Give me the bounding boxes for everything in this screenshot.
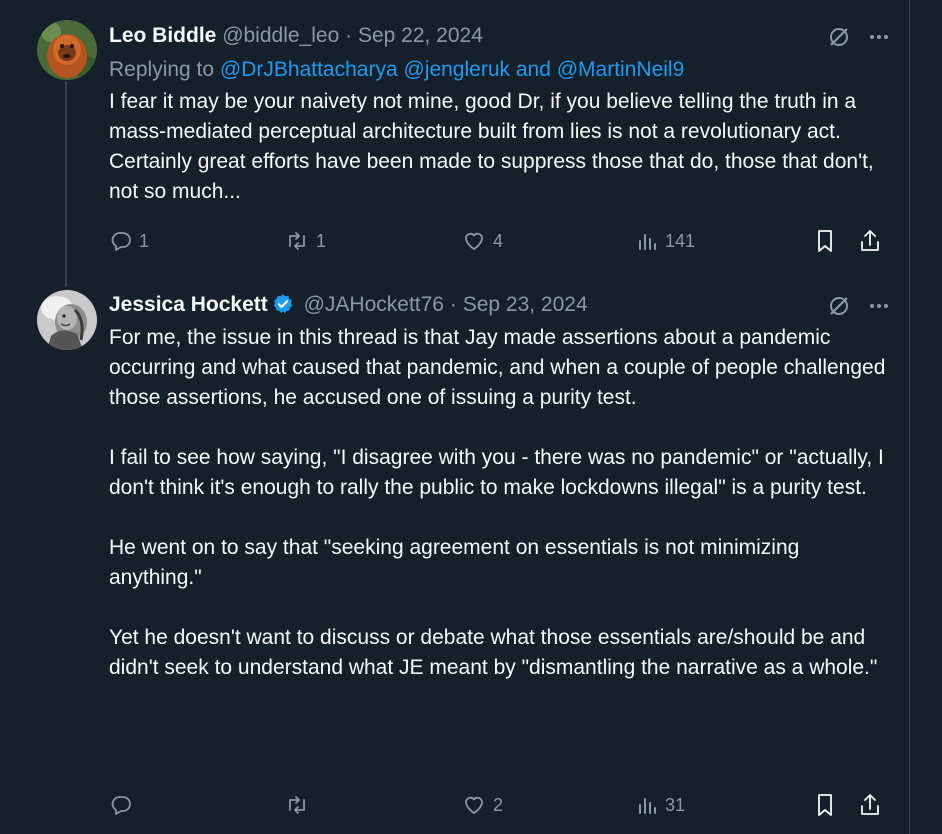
views-icon [639, 798, 656, 814]
display-name[interactable]: Leo Biddle [109, 24, 216, 47]
like-button[interactable]: 2 [461, 790, 503, 820]
tweet-leo-biddle[interactable]: Leo Biddle @biddle_leo · Sep 22, 2024 Re… [0, 0, 909, 285]
action-bar: 2 31 [109, 790, 887, 820]
replying-mention-last[interactable]: @MartinNeil9 [557, 58, 685, 81]
timestamp[interactable]: Sep 22, 2024 [358, 24, 483, 47]
views-button[interactable]: 31 [637, 790, 685, 820]
separator-dot: · [449, 293, 457, 316]
tweet-jessica-hockett[interactable]: Jessica Hockett @JAHockett76 · Sep 23, 2… [0, 285, 909, 834]
tweet-paragraph: I fail to see how saying, "I disagree wi… [109, 446, 884, 499]
bookmark-icon [818, 794, 832, 816]
tweet-header: Leo Biddle @biddle_leo · Sep 22, 2024 [109, 21, 483, 51]
tweet-text: For me, the issue in this thread is that… [109, 323, 894, 683]
replying-to: Replying to @DrJBhattacharya @jengleruk … [109, 55, 684, 85]
display-name[interactable]: Jessica Hockett [109, 293, 268, 316]
like-count: 2 [493, 794, 504, 815]
reply-count: 1 [139, 230, 150, 251]
like-icon [465, 232, 483, 250]
tweet-paragraph: I fear it may be your naivety not mine, … [109, 90, 874, 203]
bookmark-button[interactable] [813, 226, 837, 256]
timeline-border [909, 0, 910, 834]
views-count: 141 [665, 230, 696, 251]
replying-and[interactable]: and [516, 58, 551, 81]
grok-icon[interactable] [827, 294, 851, 318]
like-button[interactable]: 4 [461, 226, 503, 256]
repost-button[interactable] [284, 790, 316, 820]
tweet-top-icons [827, 22, 889, 52]
views-button[interactable]: 141 [637, 226, 695, 256]
reply-icon [111, 232, 131, 251]
repost-button[interactable]: 1 [284, 226, 326, 256]
repost-icon [289, 796, 305, 814]
timestamp[interactable]: Sep 23, 2024 [463, 293, 588, 316]
share-icon [861, 794, 879, 815]
replying-label: Replying to [109, 58, 215, 81]
tweet-top-icons [827, 291, 889, 321]
replying-mentions[interactable]: @DrJBhattacharya @jengleruk [220, 58, 510, 81]
share-button[interactable] [858, 226, 882, 256]
grok-icon[interactable] [827, 25, 851, 49]
reply-button[interactable]: 1 [109, 226, 149, 256]
tweet-paragraph: He went on to say that "seeking agreemen… [109, 536, 800, 589]
share-icon [861, 230, 879, 251]
reply-icon [111, 796, 131, 815]
share-button[interactable] [858, 790, 882, 820]
more-icon[interactable] [869, 27, 889, 47]
avatar[interactable] [37, 20, 97, 80]
user-handle[interactable]: @biddle_leo [222, 24, 339, 47]
views-icon [639, 234, 656, 250]
more-icon[interactable] [869, 296, 889, 316]
reply-button[interactable] [109, 790, 139, 820]
bookmark-button[interactable] [813, 790, 837, 820]
user-handle[interactable]: @JAHockett76 [304, 293, 444, 316]
tweet-text: I fear it may be your naivety not mine, … [109, 87, 894, 207]
repost-count: 1 [316, 230, 327, 251]
like-icon [465, 796, 483, 814]
action-bar: 1 1 4 141 [109, 226, 887, 256]
tweet-paragraph: For me, the issue in this thread is that… [109, 326, 886, 409]
bookmark-icon [818, 230, 832, 252]
like-count: 4 [493, 230, 504, 251]
views-count: 31 [665, 794, 686, 815]
separator-dot: · [345, 24, 353, 47]
avatar[interactable] [37, 290, 97, 350]
verified-badge-icon [273, 294, 293, 314]
tweet-paragraph: Yet he doesn't want to discuss or debate… [109, 626, 878, 679]
repost-icon [289, 232, 305, 250]
tweet-header: Jessica Hockett @JAHockett76 · Sep 23, 2… [109, 290, 588, 320]
